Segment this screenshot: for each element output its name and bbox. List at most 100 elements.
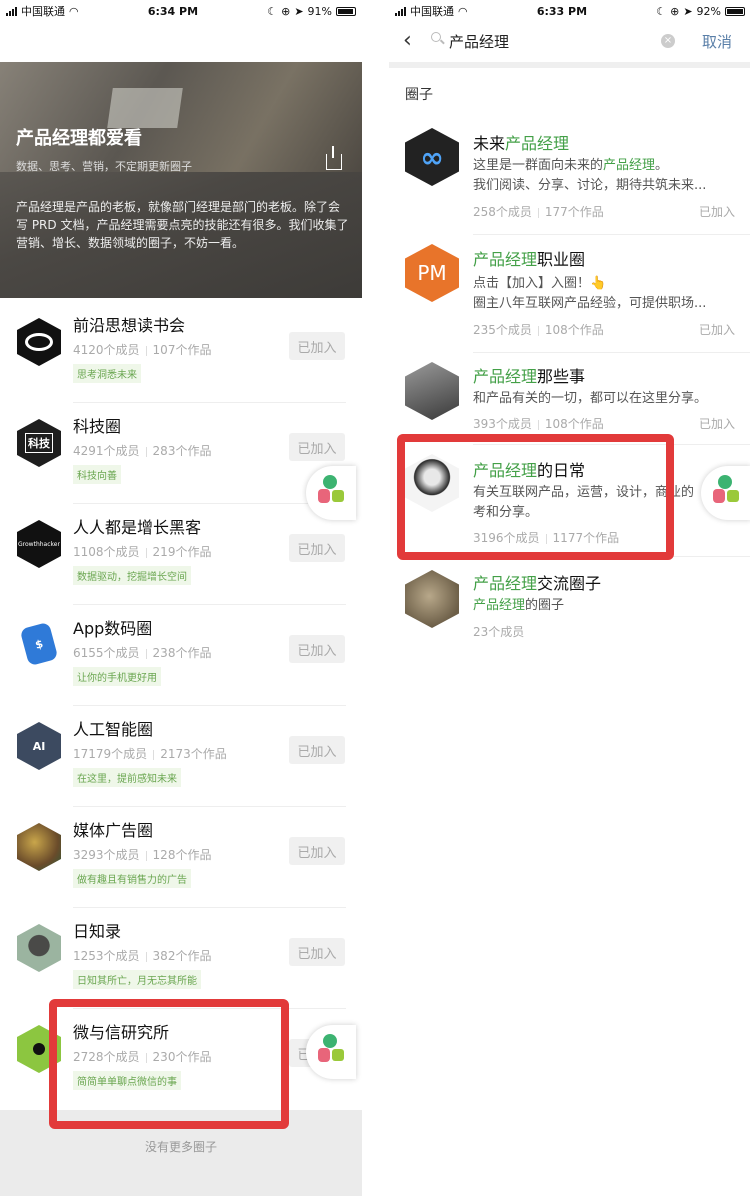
list-item[interactable]: Growthhacker 人人都是增长黑客 1108个成员 219个作品 数据驱动… xyxy=(0,504,362,605)
result-desc-line2: 我们阅读、分享、讨论，期待共筑未来... xyxy=(473,178,707,193)
floating-mini-program-button[interactable] xyxy=(306,1025,356,1079)
battery-icon xyxy=(335,6,356,16)
no-more-label: 没有更多圈子 xyxy=(0,1110,362,1196)
search-result-item[interactable]: 产品经理的日常 有关互联网产品，运营，设计，商业的思 考和分享。 3196个成员… xyxy=(389,446,750,558)
work-count: 230个作品 xyxy=(152,1050,212,1064)
member-count: 3196个成员 xyxy=(473,531,540,545)
floating-mini-program-button[interactable] xyxy=(701,466,750,520)
share-icon[interactable] xyxy=(326,146,342,170)
joined-button[interactable]: 已加入 xyxy=(289,837,345,865)
price-tag-icon: $ xyxy=(19,621,59,667)
list-item[interactable]: 前沿思想读书会 4120个成员 107个作品 思考洞悉未来 已加入 xyxy=(0,302,362,403)
result-title: 产品经理交流圈子 xyxy=(473,574,602,593)
result-desc-line1: 和产品有关的一切，都可以在这里分享。 xyxy=(473,391,708,406)
lock-rotation-icon: ⊕ xyxy=(281,4,291,18)
hero-photo xyxy=(0,62,362,172)
circle-name: 微与信研究所 xyxy=(73,1023,170,1042)
pm-avatar: PM xyxy=(405,244,459,302)
result-desc-line1: 点击【加入】入圈！👆 xyxy=(473,276,607,291)
list-item[interactable]: AI 人工智能圈 17179个成员 2173个作品 在这里，提前感知未来 已加入 xyxy=(0,706,362,807)
work-count: 128个作品 xyxy=(152,848,212,862)
circle-avatar xyxy=(17,318,61,366)
joined-button[interactable]: 已加入 xyxy=(289,534,345,562)
circle-name: 媒体广告圈 xyxy=(73,821,154,840)
circle-tag: 科技向善 xyxy=(73,465,121,484)
result-title: 产品经理那些事 xyxy=(473,367,586,386)
search-result-item[interactable]: 产品经理交流圈子 产品经理的圈子 23个成员 xyxy=(389,560,750,650)
list-item[interactable]: 媒体广告圈 3293个成员 128个作品 做有趣且有销售力的广告 已加入 xyxy=(0,807,362,908)
collection-subtitle: 数据、思考、营销，不定期更新圈子 xyxy=(16,160,192,173)
status-bar: 中国联通 ◠ 6:34 PM ☾ ⊕ ➤ 91% xyxy=(0,0,362,22)
circle-name: 前沿思想读书会 xyxy=(73,316,186,335)
divider xyxy=(389,62,750,68)
divider xyxy=(473,444,750,445)
member-count: 258个成员 xyxy=(473,205,532,219)
signal-icon xyxy=(6,6,17,16)
circle-avatar: AI xyxy=(17,722,61,770)
cancel-button[interactable]: 取消 xyxy=(702,31,732,52)
result-title: 产品经理的日常 xyxy=(473,461,586,480)
result-desc-line2: 考和分享。 xyxy=(473,505,539,520)
circle-tag: 思考洞悉未来 xyxy=(73,364,141,383)
joined-button[interactable]: 已加入 xyxy=(289,635,345,663)
divider xyxy=(473,352,750,353)
joined-button[interactable]: 已加入 xyxy=(289,938,345,966)
circle-tag: 数据驱动，挖掘增长空间 xyxy=(73,566,191,585)
result-title: 产品经理职业圈 xyxy=(473,250,586,269)
member-count: 4120个成员 xyxy=(73,343,140,357)
wifi-icon: ◠ xyxy=(69,4,79,18)
list-item[interactable]: 日知录 1253个成员 382个作品 日知其所亡，月无忘其所能 已加入 xyxy=(0,908,362,1009)
work-count: 108个作品 xyxy=(544,323,604,337)
moon-icon: ☾ xyxy=(267,4,278,18)
laptop-image xyxy=(107,88,183,128)
search-input[interactable]: 产品经理 xyxy=(449,31,509,52)
member-count: 235个成员 xyxy=(473,323,532,337)
member-count: 3293个成员 xyxy=(73,848,140,862)
result-desc-line1: 产品经理的圈子 xyxy=(473,598,565,613)
divider xyxy=(473,556,750,557)
circle-tag: 简简单单聊点微信的事 xyxy=(73,1071,181,1090)
member-count: 6155个成员 xyxy=(73,646,140,660)
circle-name: 人人都是增长黑客 xyxy=(73,518,202,537)
back-icon[interactable]: ‹ xyxy=(403,28,412,53)
carrier-label: 中国联通 xyxy=(410,5,454,18)
circle-name: 人工智能圈 xyxy=(73,720,154,739)
member-count: 393个成员 xyxy=(473,417,532,431)
member-count: 17179个成员 xyxy=(73,747,148,761)
joined-button[interactable]: 已加入 xyxy=(289,332,345,360)
circle-avatar: Growthhacker xyxy=(17,520,61,568)
circle-tag: 做有趣且有销售力的广告 xyxy=(73,869,191,888)
battery-percent: 91% xyxy=(307,4,332,18)
circle-name: App数码圈 xyxy=(73,619,153,638)
work-count: 107个作品 xyxy=(152,343,212,357)
collection-hero: 产品经理都爱看 数据、思考、营销，不定期更新圈子 产品经理是产品的老板，就像部门… xyxy=(0,62,362,298)
portrait-avatar xyxy=(405,454,459,512)
search-result-item[interactable]: 产品经理那些事 和产品有关的一切，都可以在这里分享。 393个成员 108个作品 … xyxy=(389,354,750,446)
work-count: 177个作品 xyxy=(544,205,604,219)
green-dot-icon xyxy=(718,475,732,489)
work-count: 2173个作品 xyxy=(160,747,227,761)
battery-percent: 92% xyxy=(696,4,721,18)
divider xyxy=(473,234,750,235)
member-count: 23个成员 xyxy=(473,625,525,639)
floating-mini-program-button[interactable] xyxy=(306,466,356,520)
joined-label: 已加入 xyxy=(698,417,735,431)
list-item[interactable]: $ App数码圈 6155个成员 238个作品 让你的手机更好用 已加入 xyxy=(0,605,362,706)
work-count: 283个作品 xyxy=(152,444,212,458)
search-result-item[interactable]: ∞ 未来产品经理 这里是一群面向未来的产品经理。 我们阅读、分享、讨论，期待共筑… xyxy=(389,118,750,236)
work-count: 238个作品 xyxy=(152,646,212,660)
battery-icon xyxy=(724,6,745,16)
search-result-item[interactable]: PM 产品经理职业圈 点击【加入】入圈！👆 圈主八年互联网产品经验，可提供职场.… xyxy=(389,236,750,354)
circle-avatar xyxy=(17,924,61,972)
member-count: 4291个成员 xyxy=(73,444,140,458)
location-icon: ➤ xyxy=(294,4,304,18)
wifi-icon: ◠ xyxy=(458,4,468,18)
joined-button[interactable]: 已加入 xyxy=(289,736,345,764)
status-bar: 中国联通 ◠ 6:33 PM ☾ ⊕ ➤ 92% xyxy=(389,0,750,22)
right-screenshot: 中国联通 ◠ 6:33 PM ☾ ⊕ ➤ 92% ‹ 产品经理 × 取消 圈子 … xyxy=(389,0,750,1196)
member-count: 1108个成员 xyxy=(73,545,140,559)
clear-icon[interactable]: × xyxy=(661,34,675,48)
infinity-avatar: ∞ xyxy=(405,128,459,186)
joined-button[interactable]: 已加入 xyxy=(289,433,345,461)
collection-title: 产品经理都爱看 xyxy=(16,128,142,149)
